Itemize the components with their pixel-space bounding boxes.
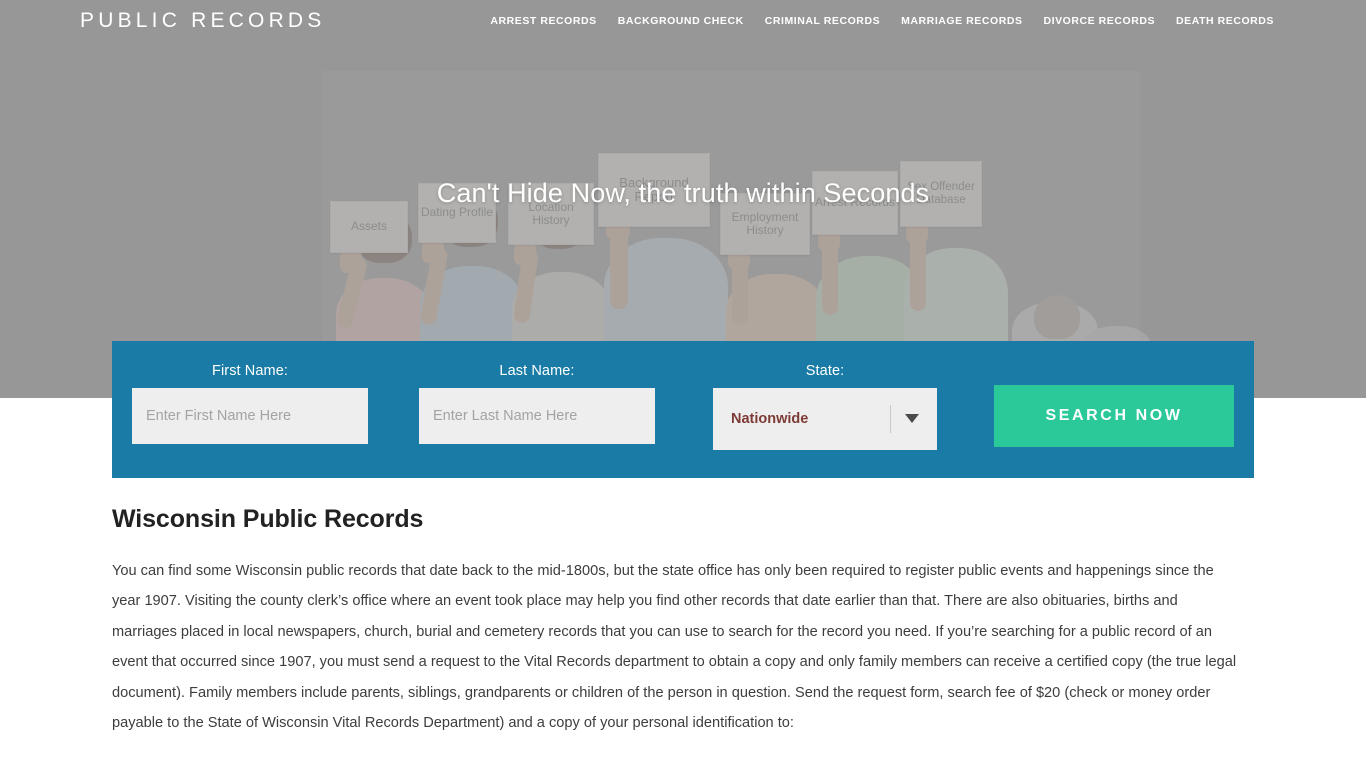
nav-item-arrest-records[interactable]: ARREST RECORDS: [490, 15, 596, 27]
last-name-field-group: Last Name:: [419, 363, 655, 444]
state-select-value: Nationwide: [731, 411, 809, 427]
main-menu: ARREST RECORDS BACKGROUND CHECK CRIMINAL…: [490, 15, 1274, 27]
state-field-group: State: Nationwide: [713, 363, 937, 450]
last-name-input[interactable]: [419, 388, 655, 444]
chevron-down-icon: [905, 414, 919, 423]
nav-item-background-check[interactable]: BACKGROUND CHECK: [618, 15, 744, 27]
nav-item-divorce-records[interactable]: DIVORCE RECORDS: [1044, 15, 1156, 27]
last-name-label: Last Name:: [499, 363, 575, 379]
page-root: Assets Dating Profile Location History B…: [0, 0, 1366, 768]
hero-headline: Can't Hide Now, the truth within Seconds: [436, 178, 930, 208]
state-label: State:: [805, 363, 845, 379]
nav-item-death-records[interactable]: DEATH RECORDS: [1176, 15, 1274, 27]
top-navigation-bar: PUBLIC RECORDS ARREST RECORDS BACKGROUND…: [0, 0, 1366, 44]
intro-paragraph: You can find some Wisconsin public recor…: [112, 563, 1237, 732]
page-title: Wisconsin Public Records: [112, 505, 424, 533]
select-divider: [890, 405, 891, 433]
photo-head: [1034, 295, 1080, 339]
search-now-button[interactable]: SEARCH NOW: [994, 385, 1234, 447]
nav-item-marriage-records[interactable]: MARRIAGE RECORDS: [901, 15, 1022, 27]
hero-section: Assets Dating Profile Location History B…: [0, 0, 1366, 398]
main-content: Wisconsin Public Records You can find so…: [112, 505, 1242, 738]
first-name-field-group: First Name:: [132, 363, 368, 444]
site-logo[interactable]: PUBLIC RECORDS: [80, 9, 326, 33]
search-form: First Name: Last Name: State: Nationwide…: [112, 341, 1254, 478]
first-name-input[interactable]: [132, 388, 368, 444]
first-name-label: First Name:: [211, 363, 289, 379]
nav-item-criminal-records[interactable]: CRIMINAL RECORDS: [765, 15, 880, 27]
state-select[interactable]: Nationwide: [713, 388, 937, 450]
